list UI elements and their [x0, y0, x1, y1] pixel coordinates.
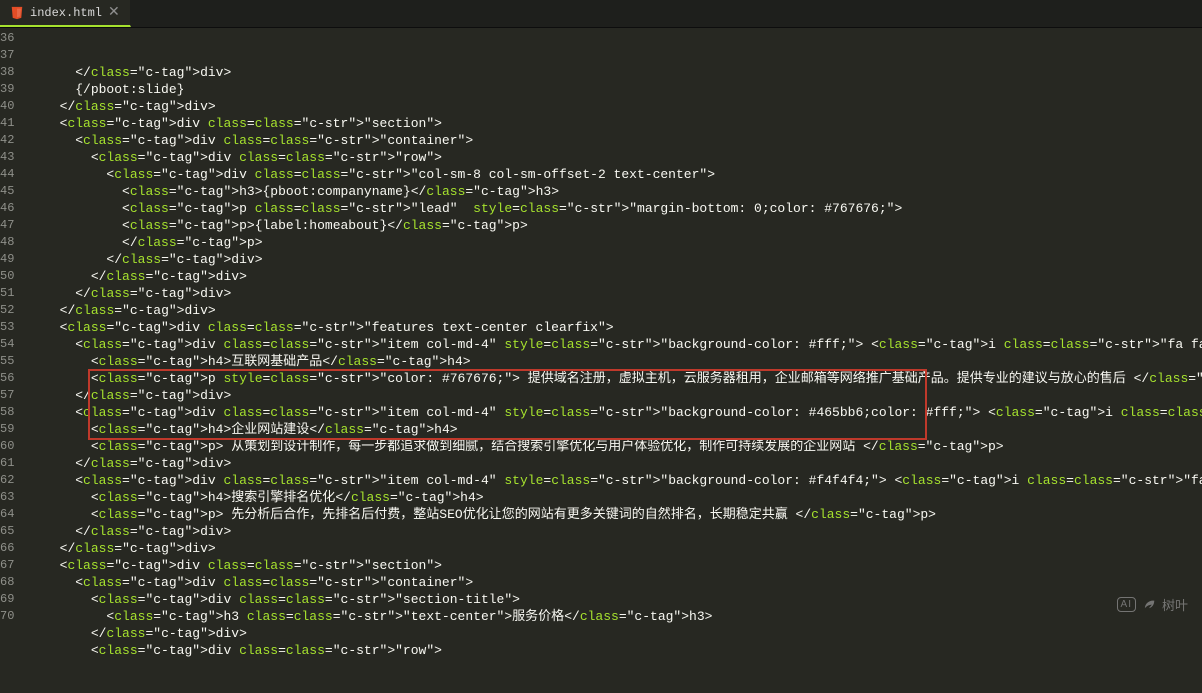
code-line[interactable]: <class="c-tag">div class=class="c-str">"… [22, 166, 1202, 183]
html5-icon [10, 6, 24, 20]
code-line[interactable]: </class="c-tag">div> [22, 387, 1202, 404]
line-number-gutter: 3637383940414243444546474849505152535455… [0, 28, 22, 624]
tab-index-html[interactable]: index.html ✕ [0, 0, 131, 27]
code-line[interactable]: <class="c-tag">h3 class=class="c-str">"t… [22, 608, 1202, 625]
code-line[interactable]: <class="c-tag">div class=class="c-str">"… [22, 472, 1202, 489]
close-icon[interactable]: ✕ [108, 6, 120, 20]
code-area[interactable]: </class="c-tag">div> {/pboot:slide} </cl… [22, 28, 1202, 624]
tab-label: index.html [30, 6, 102, 20]
tab-bar: index.html ✕ [0, 0, 1202, 28]
code-line[interactable]: </class="c-tag">div> [22, 251, 1202, 268]
code-line[interactable]: </class="c-tag">div> [22, 523, 1202, 540]
code-line[interactable]: <class="c-tag">h4>搜索引擎排名优化</class="c-tag… [22, 489, 1202, 506]
code-line[interactable]: <class="c-tag">h3>{pboot:companyname}</c… [22, 183, 1202, 200]
code-line[interactable]: <class="c-tag">p>{label:homeabout}</clas… [22, 217, 1202, 234]
code-line[interactable]: <class="c-tag">p> 从策划到设计制作，每一步都追求做到细腻，结合… [22, 438, 1202, 455]
code-line[interactable]: </class="c-tag">div> [22, 455, 1202, 472]
code-line[interactable]: <class="c-tag">p class=class="c-str">"le… [22, 200, 1202, 217]
code-line[interactable]: <class="c-tag">h4>互联网基础产品</class="c-tag"… [22, 353, 1202, 370]
code-line[interactable]: <class="c-tag">div class=class="c-str">"… [22, 115, 1202, 132]
code-line[interactable]: </class="c-tag">p> [22, 234, 1202, 251]
code-line[interactable]: </class="c-tag">div> [22, 98, 1202, 115]
code-line[interactable]: <class="c-tag">p style=class="c-str">"co… [22, 370, 1202, 387]
code-line[interactable]: <class="c-tag">div class=class="c-str">"… [22, 642, 1202, 659]
code-line[interactable]: <class="c-tag">div class=class="c-str">"… [22, 336, 1202, 353]
code-line[interactable]: <class="c-tag">div class=class="c-str">"… [22, 149, 1202, 166]
code-line[interactable]: <class="c-tag">div class=class="c-str">"… [22, 319, 1202, 336]
code-line[interactable]: <class="c-tag">div class=class="c-str">"… [22, 132, 1202, 149]
code-line[interactable]: <class="c-tag">div class=class="c-str">"… [22, 574, 1202, 591]
code-line[interactable]: </class="c-tag">div> [22, 540, 1202, 557]
code-line[interactable]: <class="c-tag">p> 先分析后合作，先排名后付费，整站SEO优化让… [22, 506, 1202, 523]
leaf-icon [1142, 596, 1156, 613]
code-editor: 3637383940414243444546474849505152535455… [0, 28, 1202, 624]
code-line[interactable]: </class="c-tag">div> [22, 625, 1202, 642]
code-line[interactable]: </class="c-tag">div> [22, 268, 1202, 285]
code-line[interactable]: <class="c-tag">div class=class="c-str">"… [22, 591, 1202, 608]
code-line[interactable]: <class="c-tag">div class=class="c-str">"… [22, 404, 1202, 421]
code-line[interactable]: </class="c-tag">div> [22, 302, 1202, 319]
watermark-text: 树叶 [1162, 595, 1188, 614]
watermark-badge: AI [1117, 597, 1136, 612]
code-line[interactable]: </class="c-tag">div> [22, 285, 1202, 302]
code-line[interactable]: {/pboot:slide} [22, 81, 1202, 98]
code-line[interactable]: </class="c-tag">div> [22, 64, 1202, 81]
code-line[interactable]: <class="c-tag">div class=class="c-str">"… [22, 557, 1202, 574]
watermark: AI 树叶 [1117, 595, 1188, 614]
code-line[interactable]: <class="c-tag">h4>企业网站建设</class="c-tag">… [22, 421, 1202, 438]
